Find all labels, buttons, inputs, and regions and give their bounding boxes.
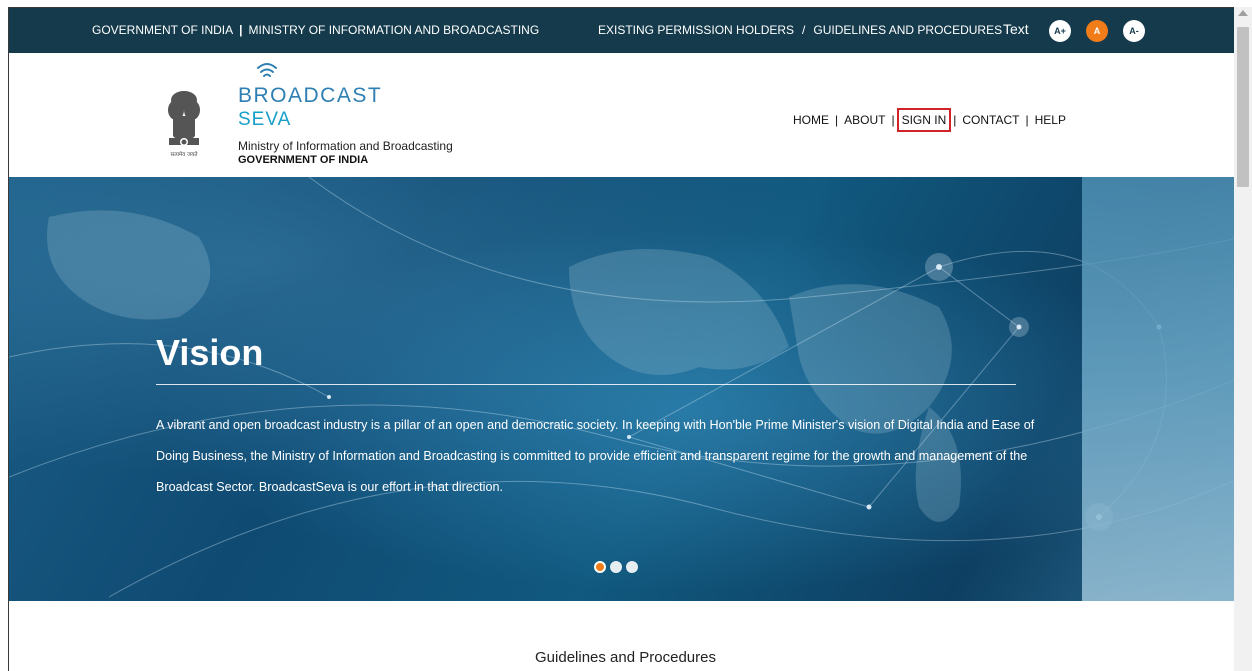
hero-title: Vision <box>156 332 264 373</box>
top-bar-left: GOVERNMENT OF INDIA | MINISTRY OF INFORMAT… <box>92 23 539 37</box>
scrollbar-thumb[interactable] <box>1237 27 1249 187</box>
world-network-background <box>9 177 1241 598</box>
nav-separator: | <box>953 113 957 127</box>
nav-contact-link[interactable]: CONTACT <box>962 113 1019 127</box>
guidelines-procedures-link[interactable]: GUIDELINES AND PROCEDURES <box>813 23 1002 37</box>
hero-divider <box>156 384 1016 385</box>
top-bar-links: EXISTING PERMISSION HOLDERS / GUIDELINES A… <box>598 23 1002 37</box>
carousel-dot-3[interactable] <box>626 561 638 573</box>
carousel-dot-2[interactable] <box>610 561 622 573</box>
font-decrease-button[interactable]: A- <box>1123 20 1145 42</box>
font-normal-button[interactable]: A <box>1086 20 1108 42</box>
nav-separator: | <box>1025 113 1029 127</box>
nav-home-link[interactable]: HOME <box>793 113 829 127</box>
nav-help-link[interactable]: HELP <box>1035 113 1066 127</box>
government-subtitle: GOVERNMENT OF INDIA <box>238 154 369 166</box>
carousel-indicators <box>594 561 638 573</box>
nav-separator: | <box>835 113 839 127</box>
browser-viewport: GOVERNMENT OF INDIA | MINISTRY OF INFORMAT… <box>8 7 1242 671</box>
ministry-subtitle: Ministry of Information and Broadcasting <box>238 139 453 153</box>
existing-permission-holders-link[interactable]: EXISTING PERMISSION HOLDERS <box>598 23 794 37</box>
nav-about-link[interactable]: ABOUT <box>844 113 885 127</box>
font-increase-button[interactable]: A+ <box>1049 20 1071 42</box>
wifi-signal-icon <box>257 63 277 77</box>
text-size-label: Text <box>1003 21 1029 37</box>
hero-description: A vibrant and open broadcast industry is… <box>156 418 1035 494</box>
logo-seva-text: SEVA <box>238 109 292 130</box>
scroll-up-arrow-icon[interactable] <box>1238 10 1248 16</box>
guidelines-heading: Guidelines and Procedures <box>535 649 716 666</box>
separator: | <box>239 23 243 37</box>
top-bar: GOVERNMENT OF INDIA | MINISTRY OF INFORMAT… <box>9 8 1241 53</box>
national-emblem-icon: सत्यमेव जयते <box>168 91 200 158</box>
nav-separator: | <box>891 113 895 127</box>
gov-india-label: GOVERNMENT OF INDIA <box>92 23 234 37</box>
site-header: सत्यमेव जयते BROADCAST SEVA Ministry of … <box>9 53 1241 177</box>
main-nav: HOME | ABOUT | SIGN IN | CONTACT | HELP <box>793 108 1066 132</box>
nav-sign-in-link[interactable]: SIGN IN <box>896 108 952 132</box>
hero-side-panel <box>1082 177 1241 601</box>
emblem-caption: सत्यमेव जयते <box>170 151 198 158</box>
slash-separator: / <box>802 23 806 37</box>
logo-broadcast-text: BROADCAST <box>238 84 383 107</box>
ministry-label: MINISTRY OF INFORMATION AND BROADCASTING <box>248 23 540 37</box>
hero-carousel: Vision A vibrant and open broadcast indu… <box>9 177 1241 601</box>
carousel-dot-1[interactable] <box>594 561 606 573</box>
